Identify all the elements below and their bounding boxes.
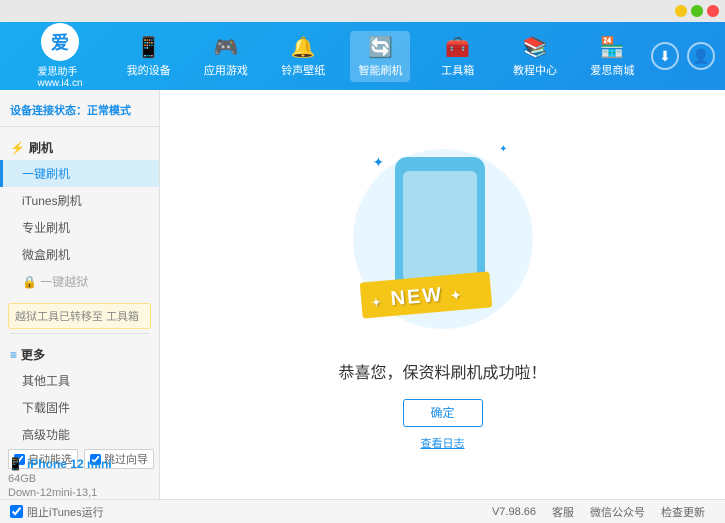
user-action-btn[interactable]: 👤 (687, 42, 715, 70)
device-name: 📱 iPhone 12 mini (8, 457, 158, 471)
nav-smart[interactable]: 🔄 智能刷机 (350, 31, 410, 82)
nav-tools[interactable]: 🧰 工具箱 (428, 31, 488, 82)
nav-device-label: 我的设备 (127, 62, 171, 78)
sidebar-item-itunes[interactable]: iTunes刷机 (0, 187, 159, 214)
status-label-text: 设备连接状态： (10, 105, 87, 117)
bottom-bar: 阻止iTunes运行 自动能选 跳过向导 📱 iPhone 12 mini 64… (0, 499, 725, 523)
nav-apps-label: 应用游戏 (204, 62, 248, 78)
confirm-button[interactable]: 确定 (403, 399, 483, 427)
sparkle-1: ✦ (373, 154, 385, 171)
sidebar-item-onepass: 🔒 一键越狱 (0, 268, 159, 295)
sidebar-divider (10, 333, 149, 334)
wechat-link[interactable]: 微信公众号 (590, 504, 645, 520)
status-value: 正常模式 (87, 105, 131, 117)
nav-apps[interactable]: 🎮 应用游戏 (196, 31, 256, 82)
minimize-btn[interactable] (675, 5, 687, 17)
nav-smart-label: 智能刷机 (358, 62, 402, 78)
download-action-btn[interactable]: ⬇ (651, 42, 679, 70)
logo-text: 爱思助手 www.i4.cn (37, 63, 82, 89)
nav-items: 📱 我的设备 🎮 应用游戏 🔔 铃声壁纸 🔄 智能刷机 🧰 工具箱 📚 教程中心… (110, 31, 651, 82)
device-storage: 64GB (8, 473, 158, 485)
flash-section-icon: ⚡ (10, 141, 25, 155)
more-icon: ≡ (10, 348, 17, 362)
device-icon: 📱 (136, 35, 161, 60)
nav-ringtone[interactable]: 🔔 铃声壁纸 (273, 31, 333, 82)
customer-service-link[interactable]: 客服 (552, 504, 574, 520)
store-icon: 🏪 (600, 35, 625, 60)
logo-icon: 爱 (41, 23, 79, 61)
more-section-title: ≡ 更多 (0, 342, 159, 367)
nav-ringtone-label: 铃声壁纸 (281, 62, 325, 78)
flash-section: ⚡ 刷机 一键刷机 iTunes刷机 专业刷机 微盒刷机 🔒 一键越狱 (0, 131, 159, 299)
phone-icon: 📱 (8, 457, 23, 471)
more-section: ≡ 更多 其他工具 下载固件 高级功能 (0, 338, 159, 452)
sidebar-item-advanced[interactable]: 高级功能 (0, 421, 159, 448)
device-info-area: 📱 iPhone 12 mini 64GB Down-12mini-13,1 (8, 457, 158, 499)
check-update-link[interactable]: 检查更新 (661, 504, 705, 520)
stop-itunes-area: 阻止iTunes运行 (10, 504, 170, 520)
tutorial-icon: 📚 (523, 35, 548, 60)
header-actions: ⬇ 👤 (651, 42, 715, 70)
stop-itunes-checkbox[interactable] (10, 505, 23, 518)
phone-illustration: ✦ ✦ ✦ ✦ NEW ✦ (343, 139, 543, 339)
sidebar-item-onekey[interactable]: 一键刷机 (0, 160, 159, 187)
header: 爱 爱思助手 www.i4.cn 📱 我的设备 🎮 应用游戏 🔔 铃声壁纸 🔄 … (0, 22, 725, 90)
tools-icon: 🧰 (445, 35, 470, 60)
nav-tools-label: 工具箱 (441, 62, 474, 78)
sidebar-item-othertools[interactable]: 其他工具 (0, 367, 159, 394)
sidebar-item-backup[interactable]: 微盒刷机 (0, 241, 159, 268)
close-btn[interactable] (707, 5, 719, 17)
sparkle-2: ✦ (499, 144, 507, 155)
stop-itunes-label: 阻止iTunes运行 (27, 504, 104, 520)
logo-area: 爱 爱思助手 www.i4.cn (10, 23, 110, 89)
main-area: 设备连接状态：正常模式 ⚡ 刷机 一键刷机 iTunes刷机 专业刷机 微盒刷机… (0, 90, 725, 499)
flash-section-title: ⚡ 刷机 (0, 135, 159, 160)
sidebar-status: 设备连接状态：正常模式 (0, 98, 159, 127)
sidebar-item-download[interactable]: 下载固件 (0, 394, 159, 421)
nav-store[interactable]: 🏪 爱思商城 (582, 31, 642, 82)
success-text: 恭喜您，保资料刷机成功啦！ (338, 359, 546, 383)
nav-tutorial-label: 教程中心 (513, 62, 557, 78)
sidebar: 设备连接状态：正常模式 ⚡ 刷机 一键刷机 iTunes刷机 专业刷机 微盒刷机… (0, 90, 160, 499)
phone-screen (403, 171, 477, 281)
sidebar-warning: 越狱工具已转移至 工具箱 (8, 303, 151, 329)
title-bar (0, 0, 725, 22)
maximize-btn[interactable] (691, 5, 703, 17)
smart-icon: 🔄 (368, 35, 393, 60)
content-area: ✦ ✦ ✦ ✦ NEW ✦ 恭喜您，保资料刷机成功啦！ 确定 查看日志 (160, 90, 725, 499)
apps-icon: 🎮 (213, 35, 238, 60)
ringtone-icon: 🔔 (291, 35, 316, 60)
bottom-center: V7.98.66 客服 微信公众号 检查更新 (170, 504, 715, 520)
history-link[interactable]: 查看日志 (421, 435, 465, 451)
nav-device[interactable]: 📱 我的设备 (119, 31, 179, 82)
device-model: Down-12mini-13,1 (8, 487, 158, 499)
version-text: V7.98.66 (492, 506, 536, 518)
sidebar-item-pro[interactable]: 专业刷机 (0, 214, 159, 241)
nav-store-label: 爱思商城 (590, 62, 634, 78)
nav-tutorial[interactable]: 📚 教程中心 (505, 31, 565, 82)
